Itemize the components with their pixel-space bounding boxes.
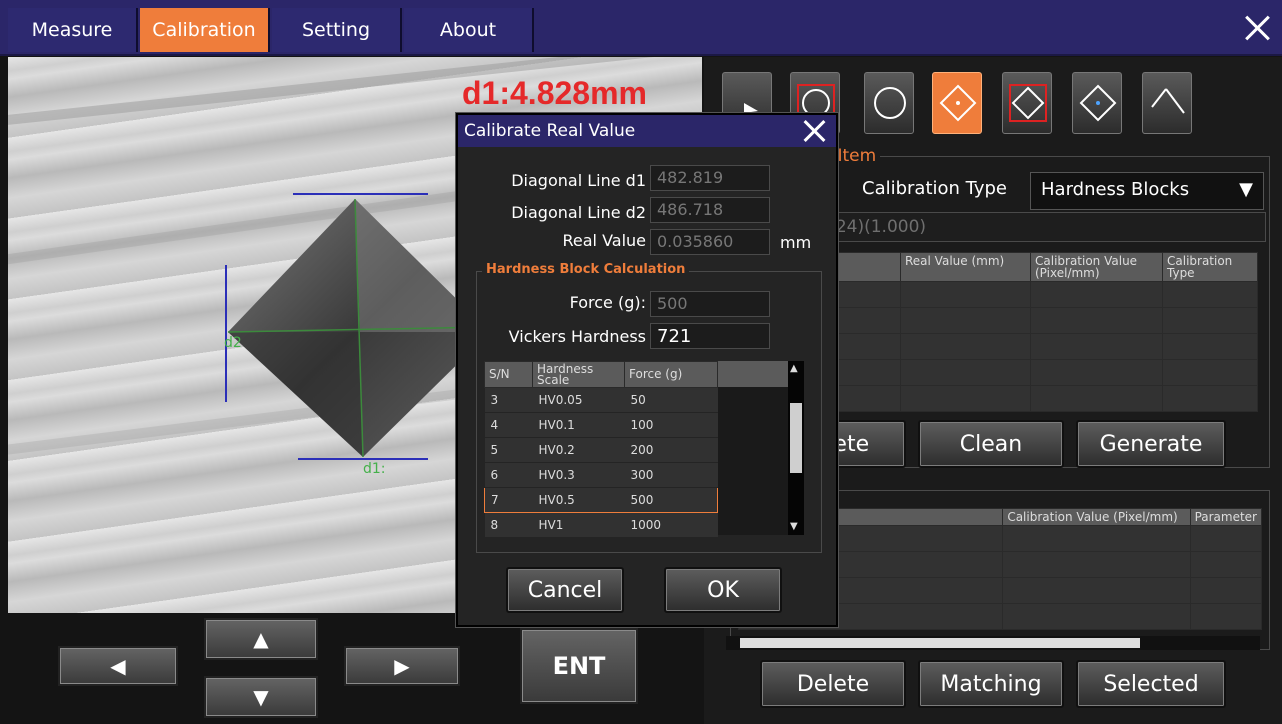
close-icon[interactable] <box>800 117 828 145</box>
real-value-label: Real Value <box>562 231 646 250</box>
circle-tool-button[interactable] <box>864 72 914 134</box>
table-empty-area <box>718 387 788 535</box>
table-row[interactable]: 4 HV0.1 100 <box>484 412 718 438</box>
table-row-selected[interactable]: 7 HV0.5 500 <box>484 487 718 513</box>
d1-label: d1: <box>363 461 386 477</box>
measured-col-real-value: Real Value (mm) <box>900 252 1031 282</box>
dropdown-arrow-icon: ▼ <box>1239 179 1253 200</box>
diagonal-icon <box>1151 88 1185 114</box>
d1-field: 482.819 <box>650 165 770 191</box>
diagonal-tool-button[interactable] <box>1142 72 1192 134</box>
scroll-down-icon[interactable]: ▼ <box>790 521 798 532</box>
table-row[interactable]: 8 HV1 1000 <box>484 512 718 538</box>
d2-field: 486.718 <box>650 197 770 223</box>
d1-readout: d1:4.828mm <box>462 75 647 111</box>
menu-calibration[interactable]: Calibration <box>140 8 270 52</box>
generate-button[interactable]: Generate <box>1076 420 1226 468</box>
matching-button[interactable]: Matching <box>918 660 1064 708</box>
scrollbar-thumb[interactable] <box>740 638 1140 648</box>
cancel-button[interactable]: Cancel <box>506 567 624 613</box>
measured-col-calibration-value: Calibration Value (Pixel/mm) <box>1030 252 1163 282</box>
dialog-title-bar: Calibrate Real Value <box>458 115 836 147</box>
table-header-filler <box>718 361 788 387</box>
ent-button[interactable]: ENT <box>520 628 638 704</box>
move-left-button[interactable]: ◀ <box>58 646 178 686</box>
scrollbar-thumb[interactable] <box>790 403 802 473</box>
vickers-hardness-field[interactable]: 721 <box>650 323 770 349</box>
calibrate-real-value-dialog: Calibrate Real Value Diagonal Line d1 48… <box>456 113 838 627</box>
calibration-type-dropdown[interactable]: Hardness Blocks ▼ <box>1030 172 1264 210</box>
rect-diamond-tool-button[interactable] <box>1002 72 1052 134</box>
results-col-calibration-value: Calibration Value (Pixel/mm) <box>1002 508 1191 526</box>
rect-diamond-icon <box>1009 84 1047 122</box>
table-row[interactable]: 3 HV0.05 50 <box>484 387 718 413</box>
real-value-unit: mm <box>780 233 812 252</box>
table-row[interactable]: 6 HV0.3 300 <box>484 462 718 488</box>
circle-icon <box>874 87 906 119</box>
close-icon[interactable] <box>1240 10 1274 44</box>
measured-col-calibration-type: Calibration Type <box>1162 252 1258 282</box>
move-up-button[interactable]: ▲ <box>204 618 318 660</box>
table-row[interactable]: 5 HV0.2 200 <box>484 437 718 463</box>
menu-about[interactable]: About <box>404 8 534 52</box>
results-col-parameter: Parameter <box>1189 508 1263 526</box>
diamond-icon <box>939 84 977 122</box>
d1-label: Diagonal Line d1 <box>511 171 646 190</box>
clean-button[interactable]: Clean <box>918 420 1064 468</box>
scroll-up-icon[interactable]: ▲ <box>790 363 798 374</box>
selected-button[interactable]: Selected <box>1076 660 1226 708</box>
dialog-title: Calibrate Real Value <box>464 121 636 141</box>
diamond-tool-button[interactable] <box>932 72 982 134</box>
menu-bar: Measure Calibration Setting About <box>0 0 1282 56</box>
d2-label: d2 <box>224 335 242 351</box>
move-right-button[interactable]: ▶ <box>344 646 460 686</box>
ok-button[interactable]: OK <box>664 567 782 613</box>
delete-result-button[interactable]: Delete <box>760 660 906 708</box>
diamond-center-tool-button[interactable] <box>1072 72 1122 134</box>
diamond-center-icon <box>1079 84 1117 122</box>
col-sn: S/N <box>484 361 533 388</box>
menu-setting[interactable]: Setting <box>272 8 402 52</box>
hardness-scale-table[interactable]: S/N Hardness Scale Force (g) 3 HV0.05 50 4… <box>484 361 718 538</box>
real-value-field[interactable]: 0.035860 <box>650 229 770 255</box>
col-hardness-scale: Hardness Scale <box>532 361 625 388</box>
calibration-type-label: Calibration Type <box>862 178 1008 199</box>
d2-label: Diagonal Line d2 <box>511 203 646 222</box>
results-horizontal-scrollbar[interactable] <box>726 636 1260 650</box>
vickers-hardness-label: Vickers Hardness <box>508 327 646 346</box>
move-down-button[interactable]: ▼ <box>204 676 318 718</box>
col-force: Force (g) <box>624 361 718 388</box>
hardness-block-title: Hardness Block Calculation <box>482 262 690 277</box>
calibration-type-value: Hardness Blocks <box>1041 179 1190 200</box>
force-field: 500 <box>650 291 770 317</box>
hardness-table-scrollbar[interactable]: ▲ ▼ <box>788 361 804 535</box>
force-label: Force (g): <box>569 293 646 312</box>
menu-measure[interactable]: Measure <box>8 8 138 52</box>
